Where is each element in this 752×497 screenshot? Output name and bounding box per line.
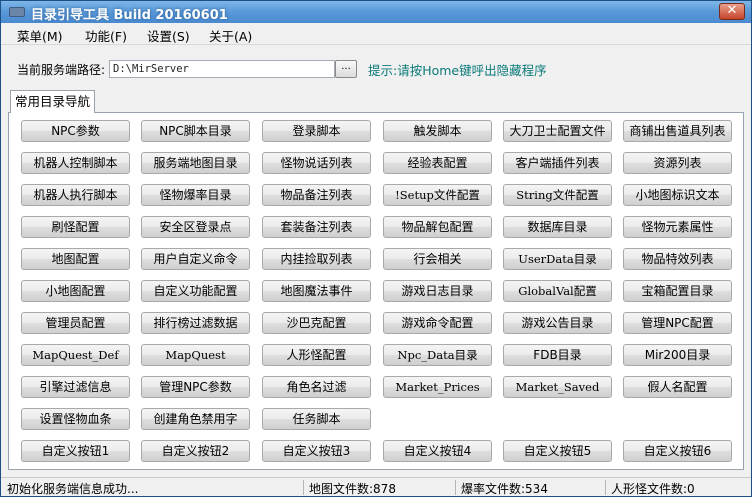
nav-button-r8-c5[interactable]: 假人名配置: [623, 376, 732, 398]
nav-button-r5-c3[interactable]: 游戏日志目录: [383, 280, 492, 302]
nav-button-r5-c4[interactable]: GlobalVal配置: [503, 280, 612, 302]
close-button[interactable]: ✕: [719, 3, 745, 20]
nav-button-r7-c0[interactable]: MapQuest_Def: [21, 344, 130, 366]
nav-button-r7-c2[interactable]: 人形怪配置: [262, 344, 371, 366]
server-path-input[interactable]: D:\MirServer: [109, 60, 335, 78]
nav-button-r9-c0[interactable]: 设置怪物血条: [21, 408, 130, 430]
menu-function[interactable]: 功能(F): [85, 26, 127, 45]
nav-button-r9-c1[interactable]: 创建角色禁用字: [141, 408, 250, 430]
status-map-count: 地图文件数:878: [309, 482, 396, 496]
nav-button-r4-c1[interactable]: 用户自定义命令: [141, 248, 250, 270]
status-divider: [605, 480, 606, 495]
nav-button-r10-c0[interactable]: 自定义按钮1: [21, 440, 130, 462]
nav-button-r1-c0[interactable]: 机器人控制脚本: [21, 152, 130, 174]
status-message: 初始化服务端信息成功...: [7, 482, 139, 496]
nav-button-r7-c5[interactable]: Mir200目录: [623, 344, 732, 366]
status-bar: 初始化服务端信息成功... 地图文件数:878 爆率文件数:534 人形怪文件数…: [1, 477, 751, 496]
path-row: 当前服务端路径: D:\MirServer ... 提示:请按Home键呼出隐藏…: [1, 57, 751, 79]
main-window: 目录引导工具 Build 20160601 ✕ 菜单(M) 功能(F) 设置(S…: [0, 0, 752, 497]
nav-button-r0-c0[interactable]: NPC参数: [21, 120, 130, 142]
nav-button-r6-c0[interactable]: 管理员配置: [21, 312, 130, 334]
nav-button-r0-c5[interactable]: 商铺出售道具列表: [623, 120, 732, 142]
nav-button-r10-c3[interactable]: 自定义按钮4: [383, 440, 492, 462]
hint-text: 提示:请按Home键呼出隐藏程序: [368, 63, 547, 78]
nav-button-r2-c4[interactable]: String文件配置: [503, 184, 612, 206]
nav-button-r10-c1[interactable]: 自定义按钮2: [141, 440, 250, 462]
nav-button-r0-c3[interactable]: 触发脚本: [383, 120, 492, 142]
nav-button-r8-c2[interactable]: 角色名过滤: [262, 376, 371, 398]
nav-button-r7-c3[interactable]: Npc_Data目录: [383, 344, 492, 366]
nav-button-r2-c5[interactable]: 小地图标识文本: [623, 184, 732, 206]
nav-button-r1-c4[interactable]: 客户端插件列表: [503, 152, 612, 174]
nav-button-r5-c2[interactable]: 地图魔法事件: [262, 280, 371, 302]
nav-button-r1-c5[interactable]: 资源列表: [623, 152, 732, 174]
nav-button-r6-c2[interactable]: 沙巴克配置: [262, 312, 371, 334]
nav-button-r0-c4[interactable]: 大刀卫士配置文件: [503, 120, 612, 142]
menu-settings[interactable]: 设置(S): [147, 26, 190, 45]
nav-button-r10-c4[interactable]: 自定义按钮5: [503, 440, 612, 462]
nav-button-r10-c5[interactable]: 自定义按钮6: [623, 440, 732, 462]
nav-button-r2-c3[interactable]: !Setup文件配置: [383, 184, 492, 206]
status-divider: [303, 480, 304, 495]
nav-button-r8-c1[interactable]: 管理NPC参数: [141, 376, 250, 398]
tab-common-directories[interactable]: 常用目录导航: [10, 90, 95, 113]
nav-button-r6-c5[interactable]: 管理NPC配置: [623, 312, 732, 334]
app-icon: [9, 7, 25, 17]
nav-button-r3-c3[interactable]: 物品解包配置: [383, 216, 492, 238]
menu-about[interactable]: 关于(A): [209, 26, 252, 45]
nav-button-r3-c1[interactable]: 安全区登录点: [141, 216, 250, 238]
nav-button-r10-c2[interactable]: 自定义按钮3: [262, 440, 371, 462]
nav-button-r5-c1[interactable]: 自定义功能配置: [141, 280, 250, 302]
nav-button-r3-c2[interactable]: 套装备注列表: [262, 216, 371, 238]
nav-button-r2-c2[interactable]: 物品备注列表: [262, 184, 371, 206]
status-divider: [455, 480, 456, 495]
menu-menu[interactable]: 菜单(M): [17, 26, 63, 45]
status-drop-count: 爆率文件数:534: [461, 482, 548, 496]
nav-button-r4-c3[interactable]: 行会相关: [383, 248, 492, 270]
menu-bar: 菜单(M) 功能(F) 设置(S) 关于(A): [1, 23, 751, 45]
nav-button-r2-c1[interactable]: 怪物爆率目录: [141, 184, 250, 206]
window-title: 目录引导工具 Build 20160601: [31, 8, 228, 23]
nav-button-r4-c5[interactable]: 物品特效列表: [623, 248, 732, 270]
nav-button-r4-c4[interactable]: UserData目录: [503, 248, 612, 270]
status-humanoid-count: 人形怪文件数:0: [611, 482, 695, 496]
nav-button-r1-c2[interactable]: 怪物说话列表: [262, 152, 371, 174]
nav-button-r1-c3[interactable]: 经验表配置: [383, 152, 492, 174]
nav-button-r7-c4[interactable]: FDB目录: [503, 344, 612, 366]
nav-button-r2-c0[interactable]: 机器人执行脚本: [21, 184, 130, 206]
nav-button-r3-c5[interactable]: 怪物元素属性: [623, 216, 732, 238]
nav-button-r3-c4[interactable]: 数据库目录: [503, 216, 612, 238]
nav-button-r4-c2[interactable]: 内挂捡取列表: [262, 248, 371, 270]
browse-button[interactable]: ...: [335, 60, 357, 78]
title-bar[interactable]: 目录引导工具 Build 20160601 ✕: [1, 1, 751, 23]
nav-button-r6-c3[interactable]: 游戏命令配置: [383, 312, 492, 334]
nav-button-r8-c0[interactable]: 引擎过滤信息: [21, 376, 130, 398]
nav-button-r0-c2[interactable]: 登录脚本: [262, 120, 371, 142]
nav-button-r5-c5[interactable]: 宝箱配置目录: [623, 280, 732, 302]
server-path-label: 当前服务端路径:: [17, 63, 106, 77]
nav-button-r4-c0[interactable]: 地图配置: [21, 248, 130, 270]
nav-button-r6-c4[interactable]: 游戏公告目录: [503, 312, 612, 334]
nav-button-r9-c2[interactable]: 任务脚本: [262, 408, 371, 430]
nav-button-r7-c1[interactable]: MapQuest: [141, 344, 250, 366]
nav-button-r6-c1[interactable]: 排行榜过滤数据: [141, 312, 250, 334]
nav-button-r5-c0[interactable]: 小地图配置: [21, 280, 130, 302]
nav-button-r8-c3[interactable]: Market_Prices: [383, 376, 492, 398]
nav-button-r8-c4[interactable]: Market_Saved: [503, 376, 612, 398]
nav-button-r3-c0[interactable]: 刷怪配置: [21, 216, 130, 238]
nav-button-r1-c1[interactable]: 服务端地图目录: [141, 152, 250, 174]
nav-button-r0-c1[interactable]: NPC脚本目录: [141, 120, 250, 142]
